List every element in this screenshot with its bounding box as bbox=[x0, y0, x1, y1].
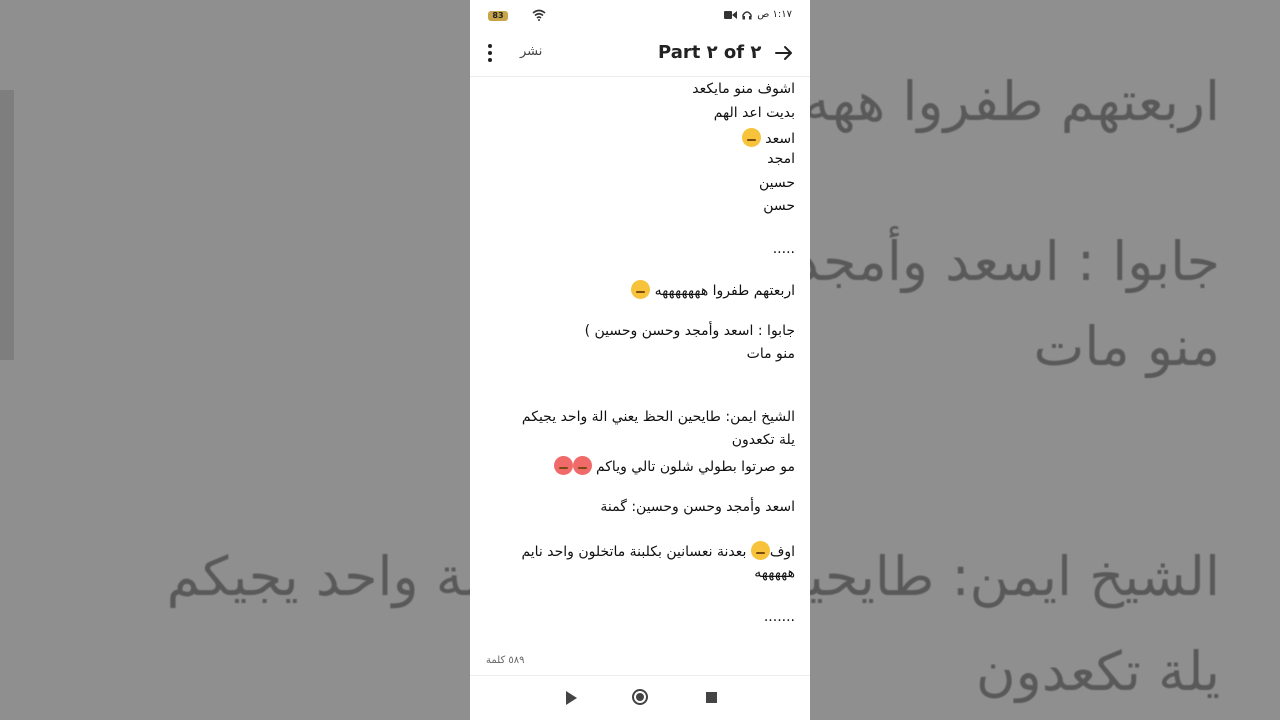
background-edge bbox=[0, 90, 14, 360]
status-bar: 83 ١:١٧ ص bbox=[470, 0, 810, 32]
system-nav-bar bbox=[470, 675, 810, 720]
recent-apps-icon[interactable] bbox=[706, 692, 717, 703]
story-line: هههههه bbox=[754, 565, 795, 581]
background-text-line: يلة تكعدون bbox=[975, 640, 1220, 703]
video-icon bbox=[724, 10, 738, 19]
home-icon[interactable] bbox=[632, 689, 648, 705]
smirk-emoji bbox=[741, 128, 761, 147]
story-line: اسعد bbox=[741, 128, 795, 147]
headphones-icon bbox=[742, 10, 752, 19]
app-bar: نشر Part ٢ of ٢ bbox=[470, 32, 810, 77]
story-line: امجد bbox=[767, 151, 795, 167]
story-line: ....... bbox=[763, 609, 795, 625]
story-line: منو مات bbox=[746, 346, 795, 362]
phone-screen: 83 ١:١٧ ص نشر Part ٢ of ٢ اشوف منو مايكع… bbox=[470, 0, 810, 720]
angry-emoji bbox=[553, 456, 573, 475]
story-line: الشيخ ايمن: طايحين الحظ يعني الة واحد يج… bbox=[521, 409, 795, 425]
word-count: ٥٨٩ كلمة bbox=[486, 655, 525, 666]
back-icon[interactable] bbox=[566, 691, 577, 705]
status-time: ١:١٧ ص bbox=[757, 9, 792, 20]
background-text-line: منو مات bbox=[1033, 315, 1221, 378]
laughing-tears-emoji bbox=[631, 280, 651, 299]
story-line: حسين bbox=[758, 175, 795, 191]
story-line: يلة تكعدون bbox=[731, 432, 795, 448]
battery-icon: 83 bbox=[488, 11, 508, 21]
story-content: اشوف منو مايكعد بديت اعد الهم اسعد امجد … bbox=[470, 78, 810, 648]
page-title: Part ٢ of ٢ bbox=[658, 42, 762, 63]
story-line: ..... bbox=[772, 241, 795, 257]
story-line: جابوا : اسعد وأمجد وحسن وحسين ) bbox=[584, 323, 795, 339]
story-line: اشوف منو مايكعد bbox=[692, 81, 795, 97]
story-line: اربعتهم طفروا هههههههه bbox=[631, 280, 795, 299]
story-line: اوف بعدنة نعسانين بكلبنة ماتخلون واحد نا… bbox=[521, 541, 795, 560]
publish-button[interactable]: نشر bbox=[520, 44, 542, 59]
more-vert-icon[interactable] bbox=[482, 42, 498, 64]
story-line: مو صرتوا بطولي شلون تالي وياكم bbox=[553, 456, 795, 475]
arrow-forward-icon[interactable] bbox=[774, 43, 794, 63]
status-right: ١:١٧ ص bbox=[724, 9, 792, 20]
angry-emoji bbox=[572, 456, 592, 475]
story-line: بديت اعد الهم bbox=[713, 105, 795, 121]
story-line: حسن bbox=[763, 198, 795, 214]
story-line: اسعد وأمجد وحسن وحسين: گمنة bbox=[600, 499, 795, 515]
background-text-line: اربعتهم طفروا ههه bbox=[802, 70, 1220, 133]
woozy-emoji bbox=[750, 541, 770, 560]
wifi-icon bbox=[532, 9, 546, 21]
